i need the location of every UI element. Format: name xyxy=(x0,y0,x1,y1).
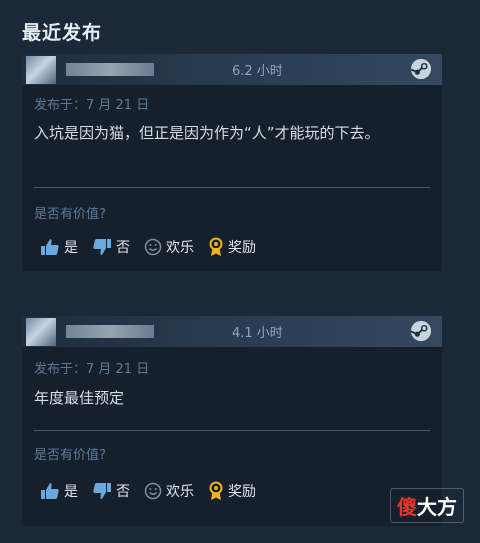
vote-yes-button[interactable]: 是 xyxy=(40,237,78,257)
thumbs-up-icon xyxy=(41,239,59,255)
section-title: 最近发布 xyxy=(22,22,103,44)
award-label: 奖励 xyxy=(228,484,256,500)
watermark-first: 傻 xyxy=(397,495,417,519)
vote-yes-button[interactable]: 是 xyxy=(40,481,78,501)
watermark: 傻大方 xyxy=(390,488,464,523)
vote-no-button[interactable]: 否 xyxy=(92,237,130,257)
thumbs-down-icon xyxy=(93,483,111,499)
thumbs-up-icon xyxy=(41,483,59,499)
vote-row: 是 否 欢乐 奖励 xyxy=(40,481,256,501)
posted-date: 发布于：7 月 21 日 xyxy=(34,98,150,113)
vote-funny-button[interactable]: 欢乐 xyxy=(144,481,194,501)
award-button[interactable]: 奖励 xyxy=(208,481,256,501)
posted-date: 发布于：7 月 21 日 xyxy=(34,362,150,377)
avatar[interactable] xyxy=(26,56,56,84)
playtime-hours: 6.2 小时 xyxy=(232,64,283,79)
vote-no-label: 否 xyxy=(116,240,130,256)
watermark-rest: 大方 xyxy=(417,495,457,519)
review-header: 4.1 小时 xyxy=(22,316,442,347)
vote-funny-button[interactable]: 欢乐 xyxy=(144,237,194,257)
review-header: 6.2 小时 xyxy=(22,54,442,85)
review-text: 入坑是因为猫，但正是因为作为“人”才能玩的下去。 xyxy=(34,124,380,142)
helpful-prompt: 是否有价值? xyxy=(34,207,106,222)
award-label: 奖励 xyxy=(228,240,256,256)
review-card: 4.1 小时 发布于：7 月 21 日 年度最佳预定 是否有价值? 是 否 欢乐… xyxy=(22,316,442,526)
steam-icon xyxy=(410,320,432,342)
review-card: 6.2 小时 发布于：7 月 21 日 入坑是因为猫，但正是因为作为“人”才能玩… xyxy=(22,54,442,271)
review-text: 年度最佳预定 xyxy=(34,389,125,407)
vote-yes-label: 是 xyxy=(64,484,78,500)
divider xyxy=(34,430,430,431)
helpful-prompt: 是否有价值? xyxy=(34,448,106,463)
playtime-hours: 4.1 小时 xyxy=(232,326,283,341)
vote-no-button[interactable]: 否 xyxy=(92,481,130,501)
vote-funny-label: 欢乐 xyxy=(166,240,194,256)
avatar[interactable] xyxy=(26,318,56,346)
steam-icon xyxy=(410,58,432,80)
thumbs-down-icon xyxy=(93,239,111,255)
username-blurred[interactable] xyxy=(66,325,154,338)
vote-funny-label: 欢乐 xyxy=(166,484,194,500)
username-blurred[interactable] xyxy=(66,63,154,76)
divider xyxy=(34,187,430,188)
smiley-icon xyxy=(144,482,162,500)
vote-no-label: 否 xyxy=(116,484,130,500)
smiley-icon xyxy=(144,238,162,256)
award-icon xyxy=(209,237,223,256)
award-icon xyxy=(209,481,223,500)
award-button[interactable]: 奖励 xyxy=(208,237,256,257)
vote-row: 是 否 欢乐 奖励 xyxy=(40,237,256,257)
vote-yes-label: 是 xyxy=(64,240,78,256)
